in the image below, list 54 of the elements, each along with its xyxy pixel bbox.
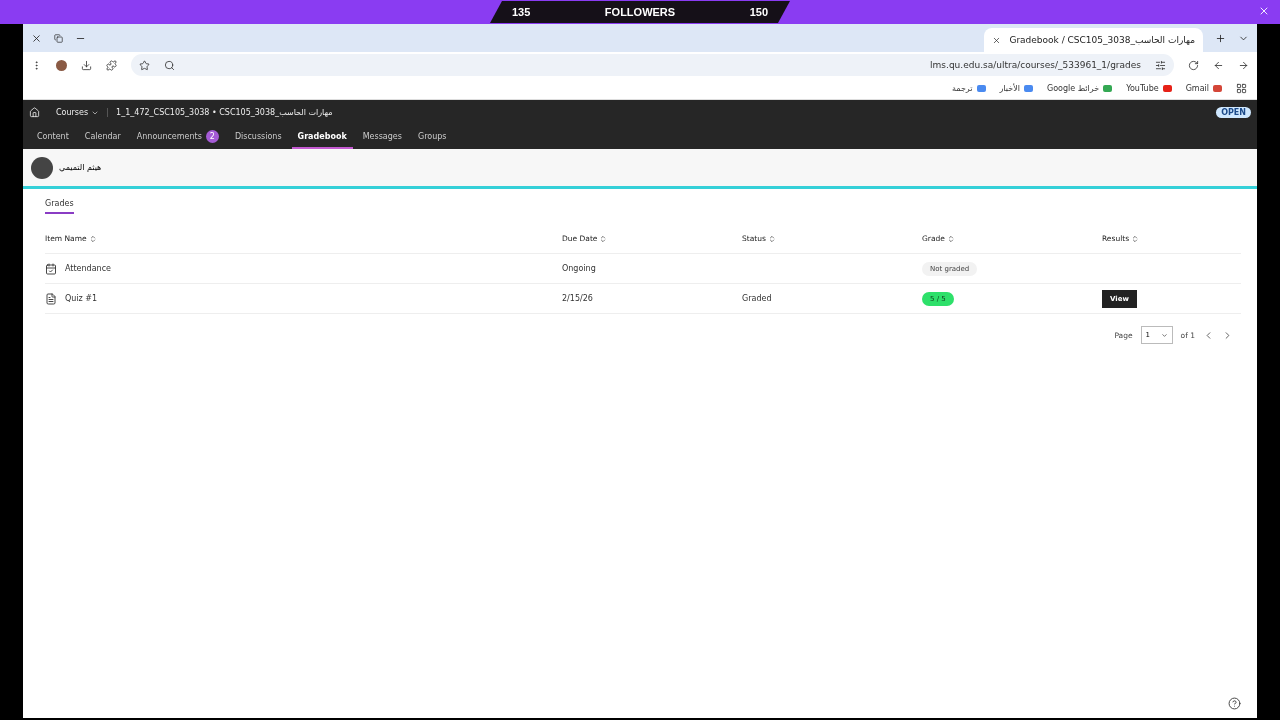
profile-icon[interactable] xyxy=(56,59,67,71)
bookmark[interactable]: Gmail xyxy=(1185,84,1222,93)
count-badge: 2 xyxy=(205,129,219,143)
item-name[interactable]: Quiz #1 xyxy=(65,294,98,303)
sort-icon xyxy=(1131,234,1140,243)
due-date: 2/15/26 xyxy=(562,294,593,303)
bookmark[interactable]: YouTube xyxy=(1126,84,1172,93)
close-icon[interactable] xyxy=(992,35,1002,45)
nav-tab[interactable]: Groups xyxy=(411,125,453,149)
courses-menu[interactable]: Courses xyxy=(48,108,109,117)
avatar xyxy=(31,156,53,179)
nav-tab[interactable]: Messages xyxy=(356,125,408,149)
bookmark[interactable]: الأخبار xyxy=(999,84,1033,93)
restore-icon[interactable] xyxy=(54,33,63,43)
document-icon xyxy=(45,292,57,305)
sort-icon xyxy=(599,234,608,243)
back-icon[interactable] xyxy=(1213,59,1224,71)
course-title: 1_1_472_CSC105_3038 • CSC105_3038_مهارات الحاسب xyxy=(116,108,333,117)
reload-icon[interactable] xyxy=(1188,59,1199,71)
apps-icon[interactable] xyxy=(1236,83,1247,94)
download-icon[interactable] xyxy=(81,59,92,71)
sort-icon xyxy=(946,234,955,243)
user-name: هيثم التميمي xyxy=(59,163,102,172)
nav-tab[interactable]: Content xyxy=(31,125,75,149)
help-icon[interactable] xyxy=(1228,697,1241,710)
sort-icon xyxy=(88,234,97,243)
due-date: Ongoing xyxy=(562,264,596,273)
puzzle-icon[interactable] xyxy=(106,59,117,71)
bookmark[interactable]: ترجمة xyxy=(952,84,986,93)
close-icon[interactable] xyxy=(31,32,42,44)
sliders-icon[interactable] xyxy=(1155,59,1166,71)
calendar-icon xyxy=(45,262,57,275)
nav-tab[interactable]: Discussions xyxy=(228,125,288,149)
tab-title: Gradebook / CSC105_3038_مهارات الحاسب xyxy=(1009,35,1195,45)
search-icon[interactable] xyxy=(164,59,175,71)
bookmark[interactable]: Google خرائط xyxy=(1046,84,1113,93)
overlay-title: FOLLOWERS xyxy=(604,6,676,18)
item-name[interactable]: Attendance xyxy=(65,264,111,273)
nav-tab[interactable]: Announcements 2 xyxy=(130,125,225,149)
new-tab-icon[interactable] xyxy=(1215,32,1226,44)
follower-goal: 150 xyxy=(749,6,768,18)
follower-count: 135 xyxy=(512,6,531,18)
status-text: Graded xyxy=(742,294,772,303)
home-icon[interactable] xyxy=(29,107,40,118)
grades-tab[interactable]: Grades xyxy=(45,197,74,214)
status-badge: OPEN xyxy=(1216,107,1251,118)
browser-tab[interactable]: Gradebook / CSC105_3038_مهارات الحاسب xyxy=(984,28,1203,52)
close-icon[interactable] xyxy=(1258,5,1270,17)
star-icon[interactable] xyxy=(139,59,150,71)
forward-icon[interactable] xyxy=(1238,59,1249,71)
nav-tab[interactable]: Calendar xyxy=(78,125,127,149)
sort-icon xyxy=(767,234,776,243)
url-text[interactable]: lms.qu.edu.sa/ultra/courses/_533961_1/grades xyxy=(930,60,1141,70)
caret-icon xyxy=(1160,331,1168,339)
